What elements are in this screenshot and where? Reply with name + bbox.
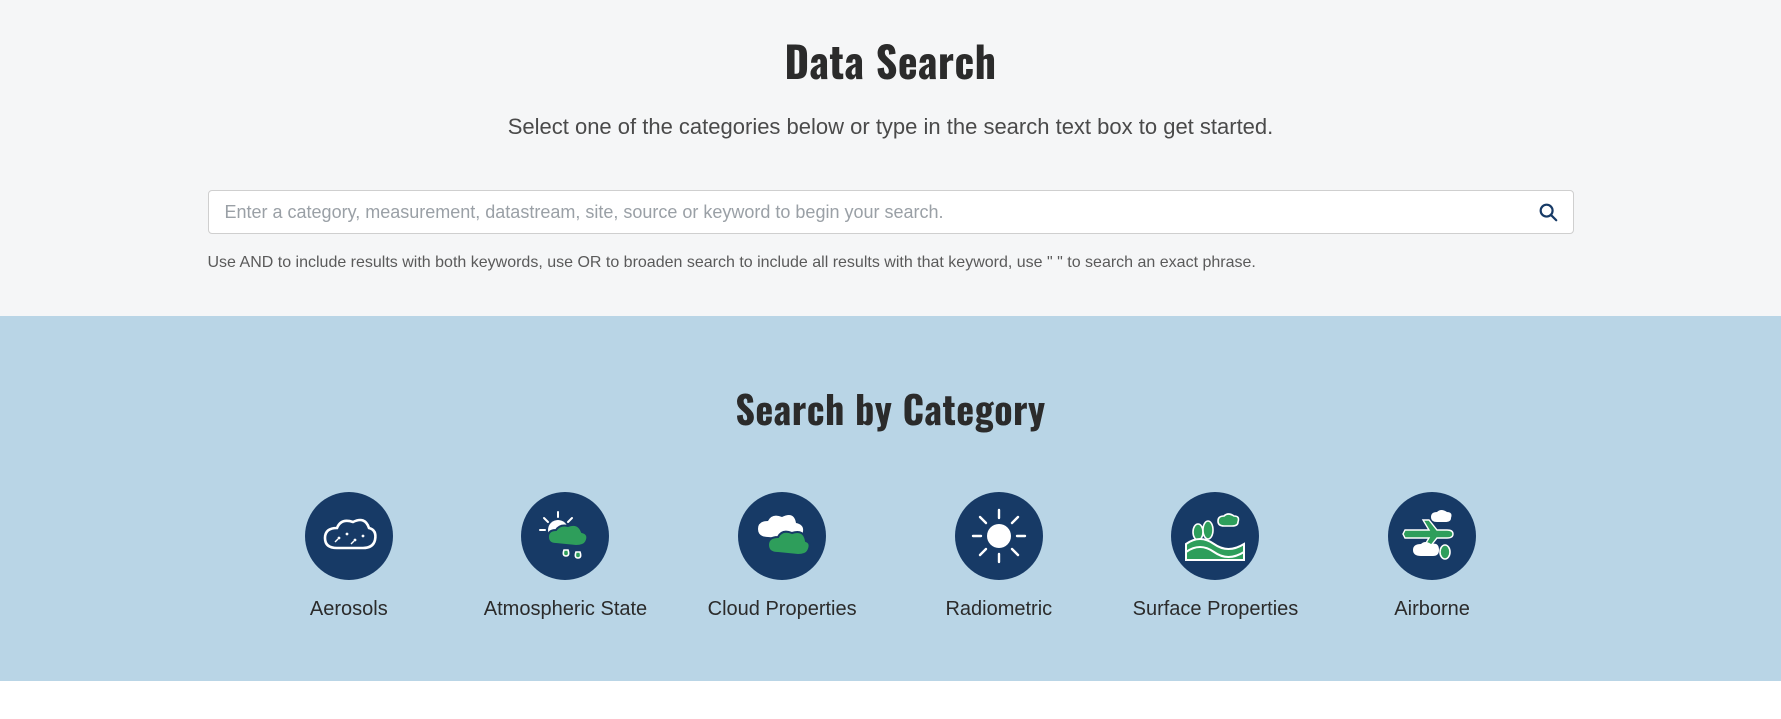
airborne-icon (1388, 492, 1476, 580)
category-label: Aerosols (310, 598, 388, 621)
page-title: Data Search (208, 30, 1574, 92)
category-label: Airborne (1394, 598, 1470, 621)
category-label: Cloud Properties (708, 598, 857, 621)
search-hint: Use AND to include results with both key… (208, 254, 1574, 272)
data-search-section: Data Search Select one of the categories… (0, 0, 1781, 316)
category-cloud-properties[interactable]: Cloud Properties (682, 492, 882, 621)
radiometric-icon (955, 492, 1043, 580)
search-input[interactable] (223, 190, 1537, 234)
search-icon[interactable] (1537, 201, 1559, 223)
category-surface-properties[interactable]: Surface Properties (1115, 492, 1315, 621)
cloud-properties-icon (738, 492, 826, 580)
surface-properties-icon (1171, 492, 1259, 580)
page-subtitle: Select one of the categories below or ty… (208, 114, 1574, 140)
category-atmospheric-state[interactable]: Atmospheric State (465, 492, 665, 621)
category-label: Atmospheric State (484, 598, 647, 621)
category-section: Search by Category Aerosols (0, 316, 1781, 681)
category-airborne[interactable]: Airborne (1332, 492, 1532, 621)
category-label: Radiometric (945, 598, 1052, 621)
category-aerosols[interactable]: Aerosols (249, 492, 449, 621)
atmospheric-state-icon (521, 492, 609, 580)
category-row: Aerosols Atmospheric State (241, 492, 1541, 621)
search-box[interactable] (208, 190, 1574, 234)
category-title: Search by Category (0, 380, 1781, 436)
category-label: Surface Properties (1133, 598, 1299, 621)
aerosols-icon (305, 492, 393, 580)
category-radiometric[interactable]: Radiometric (899, 492, 1099, 621)
